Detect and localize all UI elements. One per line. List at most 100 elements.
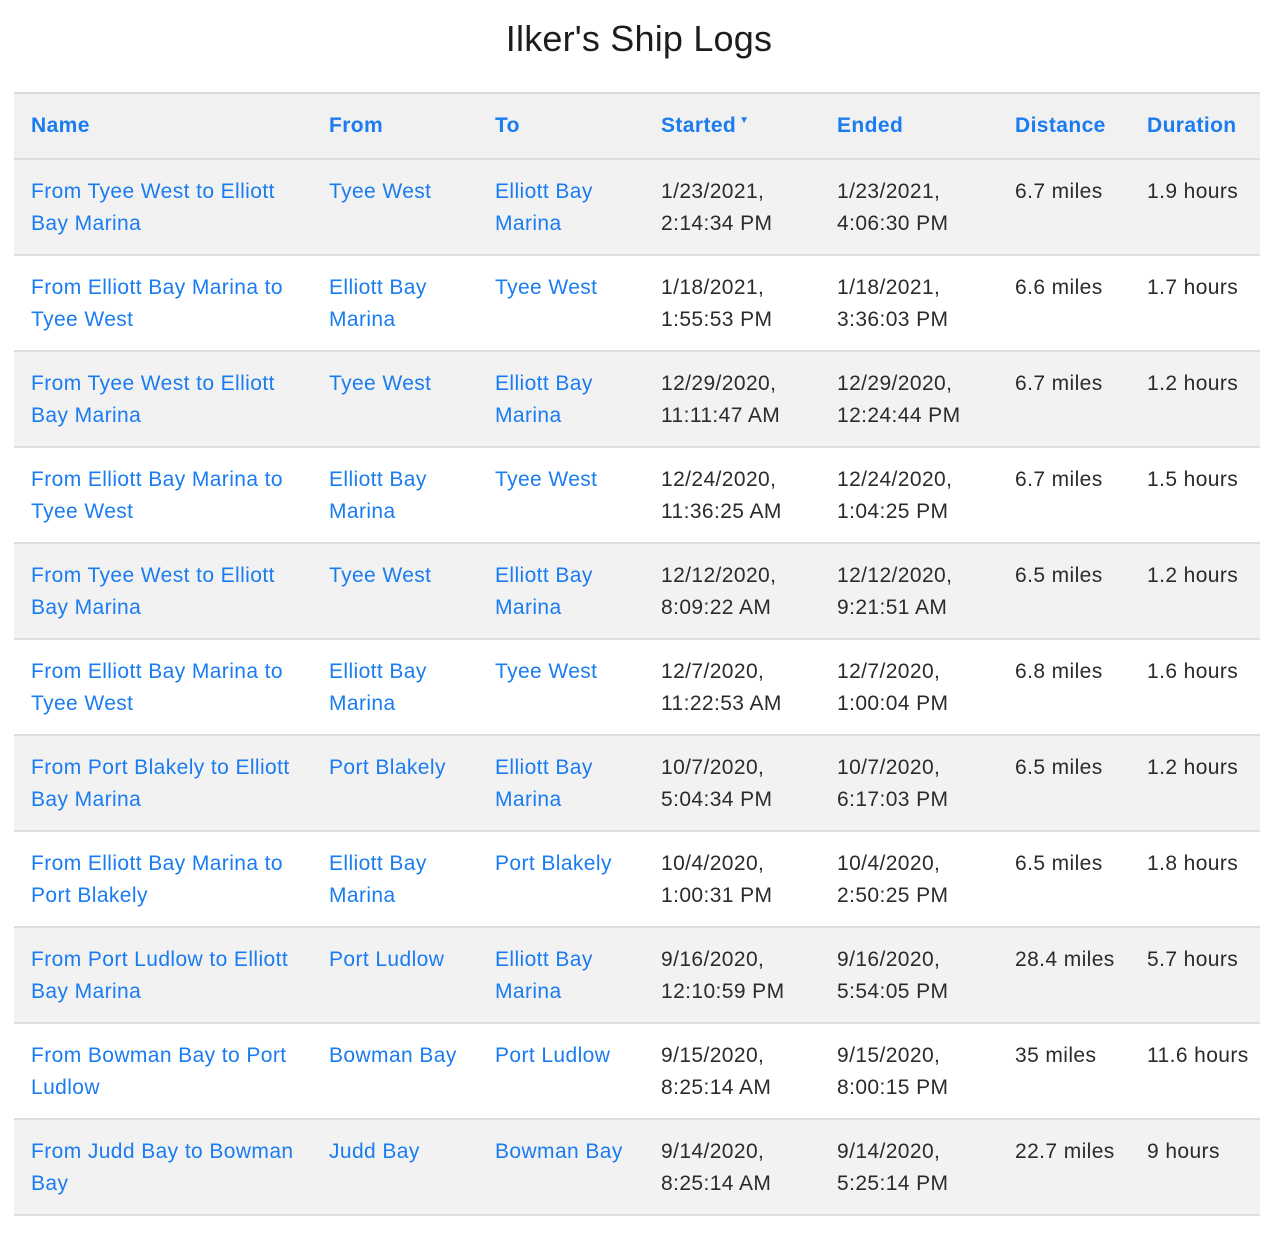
to-location-link[interactable]: Tyee West [495,468,597,491]
column-header-ended[interactable]: Ended [820,93,998,159]
to-location-cell: Elliott Bay Marina [478,351,644,447]
from-location-cell: Elliott Bay Marina [312,447,478,543]
trip-name-link[interactable]: From Elliott Bay Marina to Tyee West [31,660,283,715]
table-row: From Tyee West to Elliott Bay Marina Tyee… [14,351,1260,447]
ended-cell: 9/15/2020, 8:00:15 PM [820,1023,998,1119]
trip-name-cell: From Bowman Bay to Port Ludlow [14,1023,312,1119]
table-row: From Judd Bay to Bowman Bay Judd Bay Bowma… [14,1119,1260,1215]
distance-cell: 6.7 miles [998,159,1130,255]
ended-cell: 9/14/2020, 5:25:14 PM [820,1119,998,1215]
column-header-name[interactable]: Name [14,93,312,159]
duration-value: 1.2 hours [1147,372,1239,395]
duration-value: 9 hours [1147,1140,1220,1163]
from-location-link[interactable]: Elliott Bay Marina [329,660,427,715]
sort-descending-icon: ▼ [739,115,750,126]
to-location-link[interactable]: Port Ludlow [495,1044,610,1067]
distance-cell: 6.5 miles [998,543,1130,639]
column-header-distance[interactable]: Distance [998,93,1130,159]
column-header-started[interactable]: Started ▼ [644,93,820,159]
duration-value: 1.5 hours [1147,468,1239,491]
started-time: 9/15/2020, 8:25:14 AM [661,1044,772,1099]
to-location-link[interactable]: Tyee West [495,660,597,683]
duration-cell: 11.6 hours [1130,1023,1260,1119]
trip-name-link[interactable]: From Tyee West to Elliott Bay Marina [31,564,275,619]
from-location-link[interactable]: Tyee West [329,372,431,395]
from-location-cell: Elliott Bay Marina [312,831,478,927]
to-location-link[interactable]: Elliott Bay Marina [495,180,593,235]
duration-value: 5.7 hours [1147,948,1239,971]
duration-value: 1.8 hours [1147,852,1239,875]
trip-name-link[interactable]: From Judd Bay to Bowman Bay [31,1140,293,1195]
distance-cell: 6.6 miles [998,255,1130,351]
trip-name-cell: From Elliott Bay Marina to Tyee West [14,447,312,543]
distance-value: 6.5 miles [1015,852,1103,875]
from-location-link[interactable]: Elliott Bay Marina [329,468,427,523]
from-location-link[interactable]: Tyee West [329,564,431,587]
from-location-link[interactable]: Bowman Bay [329,1044,457,1067]
column-header-to[interactable]: To [478,93,644,159]
distance-value: 6.5 miles [1015,564,1103,587]
trip-name-link[interactable]: From Elliott Bay Marina to Tyee West [31,468,283,523]
to-location-link[interactable]: Bowman Bay [495,1140,623,1163]
ended-time: 10/7/2020, 6:17:03 PM [837,756,949,811]
from-location-link[interactable]: Port Ludlow [329,948,444,971]
trip-name-cell: From Elliott Bay Marina to Port Blakely [14,831,312,927]
trip-name-link[interactable]: From Bowman Bay to Port Ludlow [31,1044,286,1099]
distance-cell: 6.8 miles [998,639,1130,735]
from-location-link[interactable]: Judd Bay [329,1140,420,1163]
trip-name-link[interactable]: From Elliott Bay Marina to Tyee West [31,276,283,331]
trip-name-link[interactable]: From Tyee West to Elliott Bay Marina [31,180,275,235]
duration-cell: 1.6 hours [1130,639,1260,735]
trip-name-link[interactable]: From Tyee West to Elliott Bay Marina [31,372,275,427]
distance-value: 35 miles [1015,1044,1097,1067]
from-location-cell: Port Blakely [312,735,478,831]
to-location-cell: Elliott Bay Marina [478,543,644,639]
started-cell: 1/18/2021, 1:55:53 PM [644,255,820,351]
to-location-link[interactable]: Elliott Bay Marina [495,372,593,427]
started-cell: 12/7/2020, 11:22:53 AM [644,639,820,735]
column-header-from[interactable]: From [312,93,478,159]
distance-value: 22.7 miles [1015,1140,1115,1163]
to-location-link[interactable]: Elliott Bay Marina [495,948,593,1003]
started-time: 12/29/2020, 11:11:47 AM [661,372,781,427]
to-location-link[interactable]: Tyee West [495,276,597,299]
started-cell: 9/16/2020, 12:10:59 PM [644,927,820,1023]
to-location-link[interactable]: Elliott Bay Marina [495,564,593,619]
table-row: From Port Blakely to Elliott Bay Marina P… [14,735,1260,831]
from-location-link[interactable]: Tyee West [329,180,431,203]
trip-name-link[interactable]: From Elliott Bay Marina to Port Blakely [31,852,283,907]
duration-cell: 1.2 hours [1130,351,1260,447]
duration-value: 1.2 hours [1147,756,1239,779]
table-row: From Tyee West to Elliott Bay Marina Tyee… [14,543,1260,639]
started-time: 12/7/2020, 11:22:53 AM [661,660,782,715]
trip-name-link[interactable]: From Port Ludlow to Elliott Bay Marina [31,948,288,1003]
ended-time: 12/12/2020, 9:21:51 AM [837,564,953,619]
table-row: From Elliott Bay Marina to Tyee West Elli… [14,447,1260,543]
ended-time: 12/24/2020, 1:04:25 PM [837,468,953,523]
ended-time: 10/4/2020, 2:50:25 PM [837,852,949,907]
column-header-label: From [329,114,384,137]
table-row: From Bowman Bay to Port Ludlow Bowman Bay… [14,1023,1260,1119]
to-location-cell: Tyee West [478,639,644,735]
from-location-link[interactable]: Elliott Bay Marina [329,852,427,907]
table-row: From Tyee West to Elliott Bay Marina Tyee… [14,159,1260,255]
to-location-link[interactable]: Port Blakely [495,852,612,875]
trip-name-link[interactable]: From Port Blakely to Elliott Bay Marina [31,756,290,811]
from-location-link[interactable]: Port Blakely [329,756,446,779]
to-location-link[interactable]: Elliott Bay Marina [495,756,593,811]
to-location-cell: Elliott Bay Marina [478,735,644,831]
duration-cell: 9 hours [1130,1119,1260,1215]
column-header-duration[interactable]: Duration [1130,93,1260,159]
from-location-link[interactable]: Elliott Bay Marina [329,276,427,331]
started-time: 9/16/2020, 12:10:59 PM [661,948,785,1003]
started-time: 12/12/2020, 8:09:22 AM [661,564,777,619]
distance-cell: 6.7 miles [998,351,1130,447]
duration-cell: 5.7 hours [1130,927,1260,1023]
from-location-cell: Tyee West [312,351,478,447]
distance-value: 6.5 miles [1015,756,1103,779]
column-header-label: Started [661,114,737,137]
ended-cell: 12/24/2020, 1:04:25 PM [820,447,998,543]
ship-logs-table: Name From To Started ▼ Ended Distance Dur… [14,92,1260,1216]
to-location-cell: Elliott Bay Marina [478,927,644,1023]
ended-cell: 12/7/2020, 1:00:04 PM [820,639,998,735]
